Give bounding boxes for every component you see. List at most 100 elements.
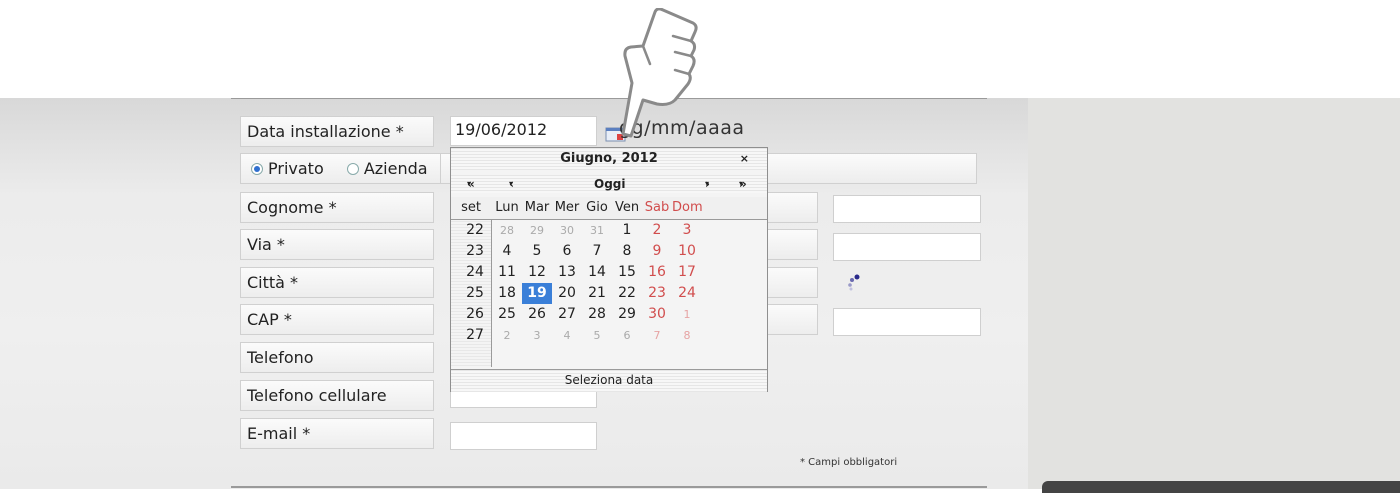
city-label: Città *	[240, 267, 434, 298]
radio-private[interactable]: Privato	[251, 159, 324, 178]
calendar-close-button[interactable]: ×	[740, 148, 749, 170]
calendar-day[interactable]: 27	[552, 304, 582, 325]
customer-type-radios: Privato Azienda	[240, 153, 440, 184]
calendar-title: Giugno, 2012 ×	[451, 148, 767, 170]
calendar-day[interactable]: 25	[492, 304, 522, 325]
calendar-day[interactable]: 11	[492, 262, 522, 283]
calendar-day[interactable]: 5	[522, 241, 552, 262]
calendar-day[interactable]: 13	[552, 262, 582, 283]
cap-label: CAP *	[240, 304, 434, 335]
street-label: Via *	[240, 229, 434, 260]
email-input[interactable]	[450, 422, 597, 450]
calendar-day[interactable]: 29	[612, 304, 642, 325]
calendar-day[interactable]: 6	[612, 325, 642, 346]
radio-company[interactable]: Azienda	[346, 159, 428, 178]
mobile-phone-label: Telefono cellulare	[240, 380, 434, 411]
week-number: 23	[466, 243, 484, 259]
week-header: set	[461, 200, 481, 215]
week-number: 26	[466, 306, 484, 322]
calendar-day[interactable]: 6	[552, 241, 582, 262]
calendar-week-row: 22 28 29 30 31 1 2 3	[451, 220, 767, 241]
calendar-day[interactable]: 21	[582, 283, 612, 304]
right-panel	[1028, 98, 1400, 489]
calendar-day[interactable]: 3	[672, 220, 702, 241]
calendar-day[interactable]: 4	[492, 241, 522, 262]
calendar-day[interactable]: 28	[492, 220, 522, 241]
email-label: E-mail *	[240, 418, 434, 449]
calendar-day[interactable]: 3	[522, 325, 552, 346]
calendar-day[interactable]: 2	[492, 325, 522, 346]
calendar-day[interactable]: 1	[672, 304, 702, 325]
date-label: Data installazione *	[240, 116, 434, 147]
pointing-hand-icon	[621, 8, 698, 138]
calendar-day[interactable]: 23	[642, 283, 672, 304]
calendar-day[interactable]: 5	[582, 325, 612, 346]
week-number: 24	[466, 264, 484, 280]
country-input[interactable]	[833, 308, 981, 336]
chevron-down-icon: ▾	[739, 179, 744, 188]
calendar-week-row: 25 18 19 20 21 22 23 24	[451, 283, 767, 304]
calendar-day-header: set Lun Mar Mer Gio Ven Sab Dom	[451, 197, 767, 220]
today-button[interactable]: Oggi	[594, 175, 626, 193]
calendar-day[interactable]: 9	[642, 241, 672, 262]
calendar-day[interactable]: 4	[552, 325, 582, 346]
calendar-day[interactable]: 26	[522, 304, 552, 325]
day-header: Lun	[495, 200, 519, 215]
calendar-day[interactable]: 30	[642, 304, 672, 325]
name-input[interactable]	[833, 195, 981, 223]
calendar-week-row: 24 11 12 13 14 15 16 17	[451, 262, 767, 283]
chevron-down-icon: ▾	[705, 179, 710, 188]
calendar-day[interactable]: 2	[642, 220, 672, 241]
loading-icon	[848, 274, 860, 291]
calendar-day[interactable]: 24	[672, 283, 702, 304]
chevron-down-icon: ▾	[509, 179, 514, 188]
calendar-nav: «▾ ‹ ▾ Oggi › ▾ » ▾	[451, 175, 767, 193]
calendar-day[interactable]: 17	[672, 262, 702, 283]
calendar-footer: Seleziona data	[451, 369, 767, 392]
dark-panel-corner	[1042, 481, 1400, 493]
calendar-day[interactable]: 16	[642, 262, 672, 283]
calendar-day[interactable]: 8	[672, 325, 702, 346]
calendar-day[interactable]: 28	[582, 304, 612, 325]
calendar-day[interactable]: 15	[612, 262, 642, 283]
divider-bottom	[231, 486, 987, 488]
radio-icon[interactable]	[251, 163, 263, 175]
day-header: Sab	[644, 200, 670, 215]
day-header: Mar	[524, 200, 550, 215]
phone-label: Telefono	[240, 342, 434, 373]
chevron-down-icon: ▾	[467, 179, 472, 188]
calendar-day[interactable]: 8	[612, 241, 642, 262]
calendar-day[interactable]: 12	[522, 262, 552, 283]
day-header: Gio	[586, 200, 608, 215]
required-fields-note: * Campi obbligatori	[800, 457, 898, 468]
date-picker-popup: Giugno, 2012 × «▾ ‹ ▾ Oggi › ▾ » ▾ set Lun …	[450, 147, 768, 392]
day-header: Dom	[672, 200, 703, 215]
radio-icon[interactable]	[346, 163, 359, 175]
calendar-day[interactable]: 29	[522, 220, 552, 241]
calendar-day[interactable]: 31	[582, 220, 612, 241]
calendar-day[interactable]: 7	[582, 241, 612, 262]
calendar-day[interactable]: 10	[672, 241, 702, 262]
surname-label: Cognome *	[240, 192, 434, 223]
calendar-day[interactable]: 30	[552, 220, 582, 241]
radio-private-label: Privato	[268, 159, 324, 178]
calendar-week-row: 26 25 26 27 28 29 30 1	[451, 304, 767, 325]
week-number: 25	[466, 285, 484, 301]
calendar-month-year: Giugno, 2012	[560, 151, 658, 166]
calendar-day[interactable]: 7	[642, 325, 672, 346]
day-header: Mer	[554, 200, 580, 215]
calendar-day[interactable]: 19	[522, 283, 552, 304]
calendar-week-row: 23 4 5 6 7 8 9 10	[451, 241, 767, 262]
calendar-day[interactable]: 1	[612, 220, 642, 241]
radio-company-label: Azienda	[363, 159, 428, 178]
calendar-day[interactable]: 20	[552, 283, 582, 304]
day-header: Ven	[614, 200, 640, 215]
date-input[interactable]: 19/06/2012	[450, 116, 597, 146]
calendar-day[interactable]: 14	[582, 262, 612, 283]
calendar-day[interactable]: 18	[492, 283, 522, 304]
number-input[interactable]	[833, 233, 981, 261]
calendar-day[interactable]: 22	[612, 283, 642, 304]
calendar-week-row: 27 2 3 4 5 6 7 8	[451, 325, 767, 346]
week-number: 22	[466, 222, 484, 238]
week-number: 27	[466, 327, 484, 343]
